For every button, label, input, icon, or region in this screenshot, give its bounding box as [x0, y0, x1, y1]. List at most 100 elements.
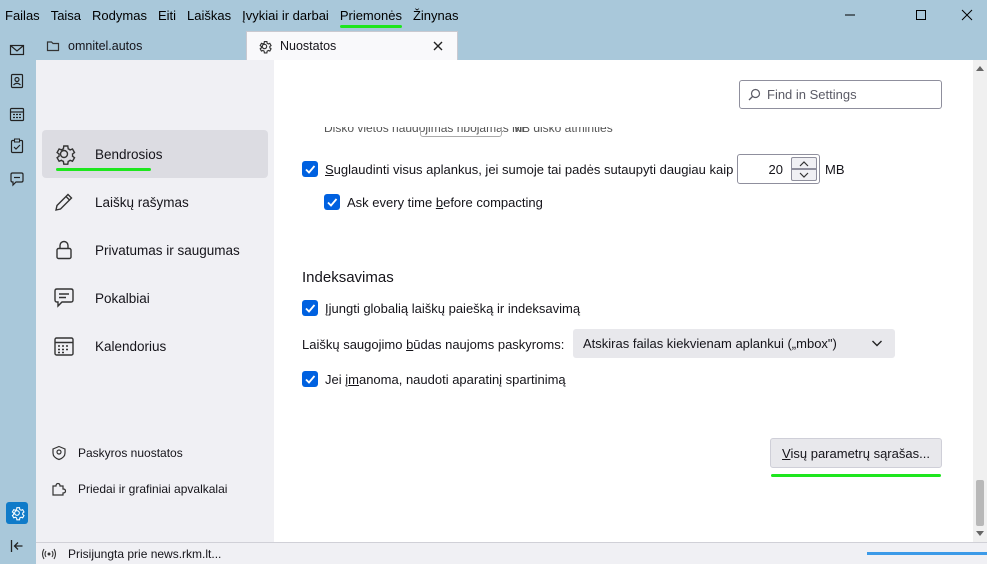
menu-message[interactable]: Laiškas	[187, 8, 231, 23]
compact-threshold-value: 20	[768, 162, 783, 177]
message-store-value: Atskiras failas kiekvienam aplankui („mb…	[583, 336, 837, 351]
global-search-checkbox[interactable]	[302, 300, 318, 316]
category-label: Bendrosios	[95, 146, 163, 162]
spin-down-button[interactable]	[791, 169, 817, 181]
chevron-down-icon	[872, 340, 882, 347]
scroll-up-icon[interactable]	[976, 65, 984, 71]
section-title-indexing: Indeksavimas	[302, 269, 394, 286]
annotation-underline	[56, 168, 151, 171]
disk-limit-field	[420, 127, 502, 137]
compact-threshold-unit: MB	[825, 162, 845, 177]
maximize-icon	[916, 10, 926, 20]
gear-icon	[259, 40, 272, 53]
compact-folders-option[interactable]: Suglaudinti visus aplankus, jei sumoje t…	[302, 161, 733, 177]
menu-help[interactable]: Žinynas	[413, 8, 459, 23]
ask-before-compacting-label: Ask every time before compacting	[347, 194, 543, 210]
hw-acceleration-checkbox[interactable]	[302, 371, 318, 387]
disk-limit-row-partial: Disko vietos naudojimas ribojamas iki MB…	[324, 127, 644, 139]
hw-acceleration-label: Jei įmanoma, naudoti aparatinį spartinim…	[325, 371, 566, 387]
space-calendar[interactable]	[6, 103, 28, 125]
ask-before-compacting-option[interactable]: Ask every time before compacting	[324, 194, 543, 210]
tab-bar: omnitel.autos Nuostatos	[36, 30, 987, 60]
config-editor-button[interactable]: Visų parametrų sąrašas...	[770, 438, 942, 468]
compact-threshold-input[interactable]: 20	[737, 154, 820, 184]
category-privacy[interactable]: Privatumas ir saugumas	[42, 226, 268, 274]
scroll-down-icon[interactable]	[976, 531, 984, 537]
settings-sidebar: Bendrosios Laiškų rašymas Privatumas ir …	[36, 60, 274, 542]
checkmark-icon	[305, 375, 316, 384]
account-icon	[50, 444, 68, 462]
search-icon	[748, 88, 761, 101]
global-search-label: Įjungti globalią laiškų paiešką ir indek…	[325, 300, 581, 316]
address-book-icon	[10, 73, 24, 89]
puzzle-icon	[50, 480, 68, 498]
collapse-spaces-button[interactable]	[6, 535, 28, 557]
minimize-icon	[845, 14, 855, 16]
mail-icon	[9, 44, 25, 56]
chat-icon	[52, 286, 76, 310]
account-settings-label: Paskyros nuostatos	[78, 446, 183, 460]
pencil-icon	[52, 190, 76, 214]
category-calendar[interactable]: Kalendorius	[42, 322, 268, 370]
close-window-button[interactable]	[944, 0, 987, 30]
menu-view[interactable]: Rodymas	[92, 8, 147, 23]
gear-icon	[52, 142, 76, 166]
category-label: Privatumas ir saugumas	[95, 242, 240, 258]
status-progress-fill	[867, 552, 987, 555]
compact-folders-label: Suglaudinti visus aplankus, jei sumoje t…	[325, 161, 734, 177]
ask-before-compacting-checkbox[interactable]	[324, 194, 340, 210]
tab-settings[interactable]: Nuostatos	[246, 31, 458, 60]
space-settings[interactable]	[6, 502, 28, 524]
status-text: Prisijungta prie news.rkm.lt...	[68, 546, 222, 561]
space-chat[interactable]	[6, 168, 28, 190]
checkmark-icon	[327, 198, 338, 207]
search-input[interactable]	[767, 87, 937, 102]
category-composition[interactable]: Laiškų rašymas	[42, 178, 268, 226]
category-label: Laiškų rašymas	[95, 194, 189, 210]
lock-icon	[52, 238, 76, 262]
maximize-button[interactable]	[898, 0, 944, 30]
connection-status-icon	[41, 548, 57, 559]
collapse-icon	[10, 540, 23, 552]
menu-edit[interactable]: Taisa	[51, 8, 81, 23]
addons-themes-link[interactable]: Priedai ir grafiniai apvalkalai	[50, 477, 227, 501]
space-tasks[interactable]	[6, 135, 28, 157]
category-chat[interactable]: Pokalbiai	[42, 274, 268, 322]
addons-themes-label: Priedai ir grafiniai apvalkalai	[78, 482, 228, 496]
config-editor-label: Visų parametrų sąrašas...	[782, 445, 930, 461]
chevron-down-icon	[799, 172, 809, 178]
settings-content: Disko vietos naudojimas ribojamas iki MB…	[274, 60, 973, 542]
menu-go[interactable]: Eiti	[158, 8, 176, 23]
scroll-thumb[interactable]	[976, 480, 984, 526]
hw-acceleration-option[interactable]: Jei įmanoma, naudoti aparatinį spartinim…	[302, 371, 566, 387]
checkmark-icon	[305, 165, 316, 174]
space-address-book[interactable]	[6, 70, 28, 92]
account-settings-link[interactable]: Paskyros nuostatos	[50, 441, 183, 465]
space-mail[interactable]	[6, 39, 28, 61]
menu-file[interactable]: Failas	[5, 8, 40, 23]
menu-events-tasks[interactable]: Įvykiai ir darbai	[242, 8, 329, 23]
settings-search[interactable]	[739, 80, 942, 109]
spin-up-button[interactable]	[791, 157, 817, 169]
tab-folder[interactable]: omnitel.autos	[36, 31, 246, 60]
folder-icon	[46, 40, 60, 51]
tab-label: Nuostatos	[280, 39, 337, 53]
checkmark-icon	[305, 304, 316, 313]
content-scrollbar[interactable]	[973, 60, 987, 542]
menu-tools[interactable]: Priemonės	[339, 8, 403, 28]
title-bar: Failas Taisa Rodymas Eiti Laiškas Įvykia…	[0, 0, 987, 30]
status-progress-bar	[867, 552, 987, 555]
calendar-icon	[52, 334, 76, 358]
message-store-select[interactable]: Atskiras failas kiekvienam aplankui („mb…	[573, 329, 895, 358]
gear-icon	[11, 507, 25, 521]
chat-icon	[10, 172, 24, 187]
global-search-option[interactable]: Įjungti globalią laiškų paiešką ir indek…	[302, 300, 580, 316]
close-icon	[961, 9, 973, 21]
minimize-button[interactable]	[827, 0, 873, 30]
compact-folders-checkbox[interactable]	[302, 161, 318, 177]
status-bar: Prisijungta prie news.rkm.lt...	[36, 542, 987, 564]
tab-label: omnitel.autos	[68, 38, 143, 53]
message-store-label: Laiškų saugojimo būdas naujoms paskyroms…	[302, 337, 565, 352]
calendar-icon	[9, 107, 25, 122]
close-tab-icon[interactable]	[431, 39, 445, 53]
